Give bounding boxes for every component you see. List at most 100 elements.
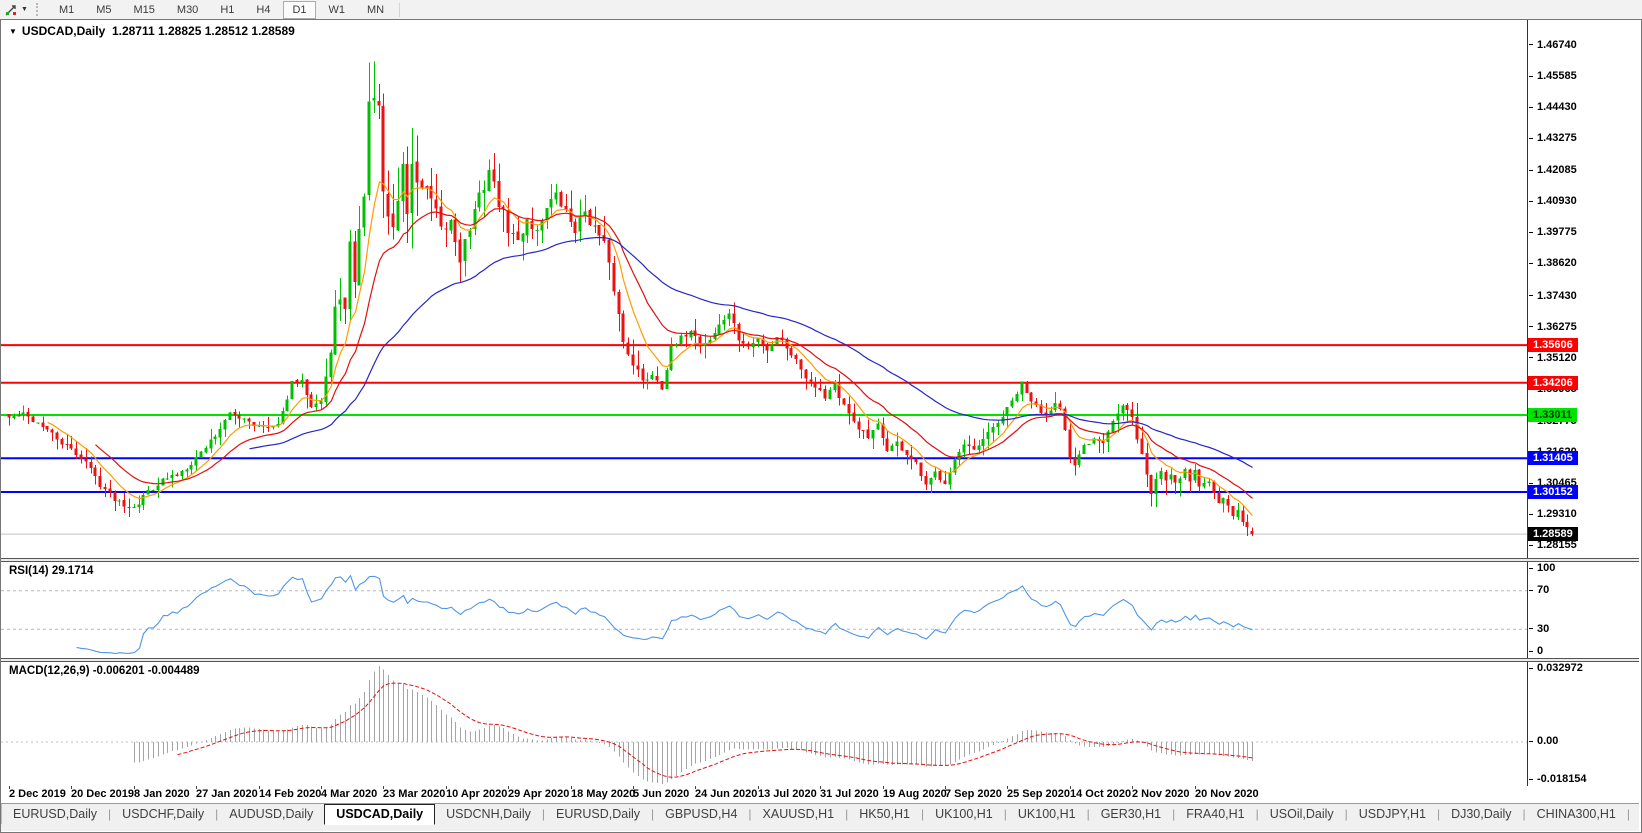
date-label: 27 Jan 2020	[196, 788, 258, 800]
axis-tick-label: 0	[1529, 645, 1543, 658]
axis-tick-label: 1.45585	[1529, 70, 1577, 83]
timeframe-button-MN[interactable]: MN	[358, 1, 393, 19]
axis-tick-label: -0.018154	[1529, 773, 1587, 786]
date-label: 8 Jan 2020	[134, 788, 190, 800]
chart-title-marker-icon[interactable]: ▼	[9, 27, 17, 36]
date-label: 19 Aug 2020	[883, 788, 947, 800]
macd-signal-line	[177, 682, 1253, 778]
price-level-badge[interactable]: 1.33011	[1528, 407, 1578, 422]
axis-tick-label: 30	[1529, 623, 1549, 636]
date-label: 14 Feb 2020	[259, 788, 322, 800]
date-label: 25 Sep 2020	[1007, 788, 1070, 800]
chart-window: ▼ USDCAD,Daily 1.28711 1.28825 1.28512 1.…	[0, 19, 1642, 833]
axis-tick-label: 1.44430	[1529, 101, 1577, 114]
bottom-tab-USDCNH-Daily[interactable]: USDCNH,Daily	[435, 804, 542, 824]
bottom-tab-UK100-H1[interactable]: UK100,H1	[924, 804, 1004, 824]
time-axis[interactable]: 2 Dec 2019 20 Dec 2019 8 Jan 2020 27 Jan 20…	[1, 786, 1639, 803]
chevron-down-icon[interactable]: ▼	[21, 6, 28, 13]
chart-symbol-label: USDCAD,Daily	[21, 24, 106, 38]
price-pane[interactable]: ▼ USDCAD,Daily 1.28711 1.28825 1.28512 1.…	[1, 20, 1639, 558]
axis-tick-label: 1.28155	[1529, 539, 1577, 552]
axis-tick-label: 1.36275	[1529, 321, 1577, 334]
bottom-tab-USOil-H1[interactable]: USOil,H1	[1630, 804, 1639, 824]
chart-tools-icon[interactable]	[3, 2, 19, 17]
macd-plot[interactable]	[1, 662, 1527, 786]
axis-tick-label: 1.38620	[1529, 257, 1577, 270]
toolbar-separator	[399, 2, 401, 17]
axis-tick-label: 1.35120	[1529, 352, 1577, 365]
axis-tick-label: 1.39775	[1529, 226, 1577, 239]
bottom-tab-DJ30-Daily[interactable]: DJ30,Daily	[1440, 804, 1522, 824]
bottom-tab-USDCHF-Daily[interactable]: USDCHF,Daily	[111, 804, 215, 824]
bottom-tab-EURUSD-Daily[interactable]: EURUSD,Daily	[545, 804, 651, 824]
macd-label: MACD(12,26,9) -0.006201 -0.004489	[9, 665, 200, 677]
date-label: 31 Jul 2020	[820, 788, 879, 800]
bottom-tab-EURUSD-Daily[interactable]: EURUSD,Daily	[2, 804, 108, 824]
rsi-line	[76, 574, 1253, 655]
axis-tick-label: 1.37430	[1529, 290, 1577, 303]
timeframe-button-M15[interactable]: M15	[125, 1, 164, 19]
date-label: 20 Nov 2020	[1195, 788, 1259, 800]
bottom-tab-XAUUSD-H1[interactable]: XAUUSD,H1	[752, 804, 846, 824]
timeframe-button-H1[interactable]: H1	[211, 1, 243, 19]
date-label: 20 Dec 2019	[71, 788, 134, 800]
timeframe-button-M1[interactable]: M1	[50, 1, 83, 19]
axis-tick-label: 1.42085	[1529, 164, 1577, 177]
timeframe-button-M5[interactable]: M5	[87, 1, 120, 19]
bottom-tab-USDCAD-Daily[interactable]: USDCAD,Daily	[324, 804, 436, 825]
candle-bodies	[7, 97, 1254, 535]
chart-ohlc-values: 1.28711 1.28825 1.28512 1.28589	[111, 24, 295, 38]
candlestick-plot[interactable]	[1, 20, 1527, 558]
chart-tab-bar: EURUSD,Daily | USDCHF,Daily | AUDUSD,Daily US…	[1, 803, 1639, 831]
axis-tick-label: 0.032972	[1529, 662, 1583, 675]
rsi-plot[interactable]	[1, 562, 1527, 658]
current-price-badge[interactable]: 1.28589	[1528, 527, 1578, 542]
bottom-tab-GER30-H1[interactable]: GER30,H1	[1090, 804, 1172, 824]
date-label: 23 Mar 2020	[383, 788, 446, 800]
date-label: 29 Apr 2020	[508, 788, 570, 800]
macd-histogram	[134, 666, 1253, 784]
date-label: 2 Nov 2020	[1132, 788, 1190, 800]
toolbar-grip	[35, 3, 41, 16]
date-label: 10 Apr 2020	[446, 788, 508, 800]
axis-tick-label: 70	[1529, 584, 1549, 597]
price-level-badge[interactable]: 1.30152	[1528, 484, 1578, 499]
rsi-pane[interactable]: RSI(14) 29.1714 100 70 30 0	[1, 562, 1639, 658]
date-label: 24 Jun 2020	[695, 788, 758, 800]
bottom-tab-HK50-H1[interactable]: HK50,H1	[848, 804, 921, 824]
top-toolbar: ▼ M1 M5 M15 M30 H1 H4 D1 W1 MN	[0, 0, 1642, 20]
macd-axis[interactable]: 0.032972 0.00 -0.018154	[1527, 662, 1639, 786]
price-axis[interactable]: 1.46740 1.45585 1.44430 1.43275 1.42085 1.409…	[1527, 20, 1639, 558]
moving-average-line-50	[249, 236, 1253, 468]
bottom-tab-GBPUSD-H4[interactable]: GBPUSD,H4	[654, 804, 748, 824]
bottom-tab-UK100-H1[interactable]: UK100,H1	[1007, 804, 1087, 824]
date-label: 7 Sep 2020	[945, 788, 1002, 800]
date-label: 13 Jul 2020	[758, 788, 817, 800]
price-level-badge[interactable]: 1.31405	[1528, 451, 1578, 466]
bottom-tab-CHINA300-H1[interactable]: CHINA300,H1	[1526, 804, 1627, 824]
price-level-badge[interactable]: 1.34206	[1528, 375, 1578, 390]
axis-tick-label: 1.46740	[1529, 39, 1577, 52]
axis-tick-label: 0.00	[1529, 735, 1558, 748]
macd-pane[interactable]: MACD(12,26,9) -0.006201 -0.004489 0.0329…	[1, 662, 1639, 786]
axis-tick-label: 1.43275	[1529, 132, 1577, 145]
rsi-axis[interactable]: 100 70 30 0	[1527, 562, 1639, 658]
date-label: 4 Mar 2020	[321, 788, 378, 800]
timeframe-button-H4[interactable]: H4	[247, 1, 279, 19]
trading-platform-window: ▼ M1 M5 M15 M30 H1 H4 D1 W1 MN ▼ USDCAD,Daily 1.2…	[0, 0, 1642, 833]
axis-tick-label: 1.29310	[1529, 508, 1577, 521]
date-label: 18 May 2020	[571, 788, 636, 800]
moving-average-line-8	[47, 180, 1253, 516]
timeframe-button-M30[interactable]: M30	[168, 1, 207, 19]
bottom-tab-USOil-Daily[interactable]: USOil,Daily	[1259, 804, 1345, 824]
bottom-tab-AUDUSD-Daily[interactable]: AUDUSD,Daily	[218, 804, 324, 824]
date-label: 2 Dec 2019	[9, 788, 66, 800]
timeframe-button-D1[interactable]: D1	[283, 0, 316, 19]
price-level-badge[interactable]: 1.35606	[1528, 338, 1578, 353]
bottom-tab-FRA40-H1[interactable]: FRA40,H1	[1175, 804, 1255, 824]
timeframe-button-W1[interactable]: W1	[320, 1, 355, 19]
axis-tick-label: 1.40930	[1529, 195, 1577, 208]
axis-tick-label: 100	[1529, 562, 1555, 575]
bottom-tab-USDJPY-H1[interactable]: USDJPY,H1	[1348, 804, 1437, 824]
date-label: 5 Jun 2020	[633, 788, 690, 800]
